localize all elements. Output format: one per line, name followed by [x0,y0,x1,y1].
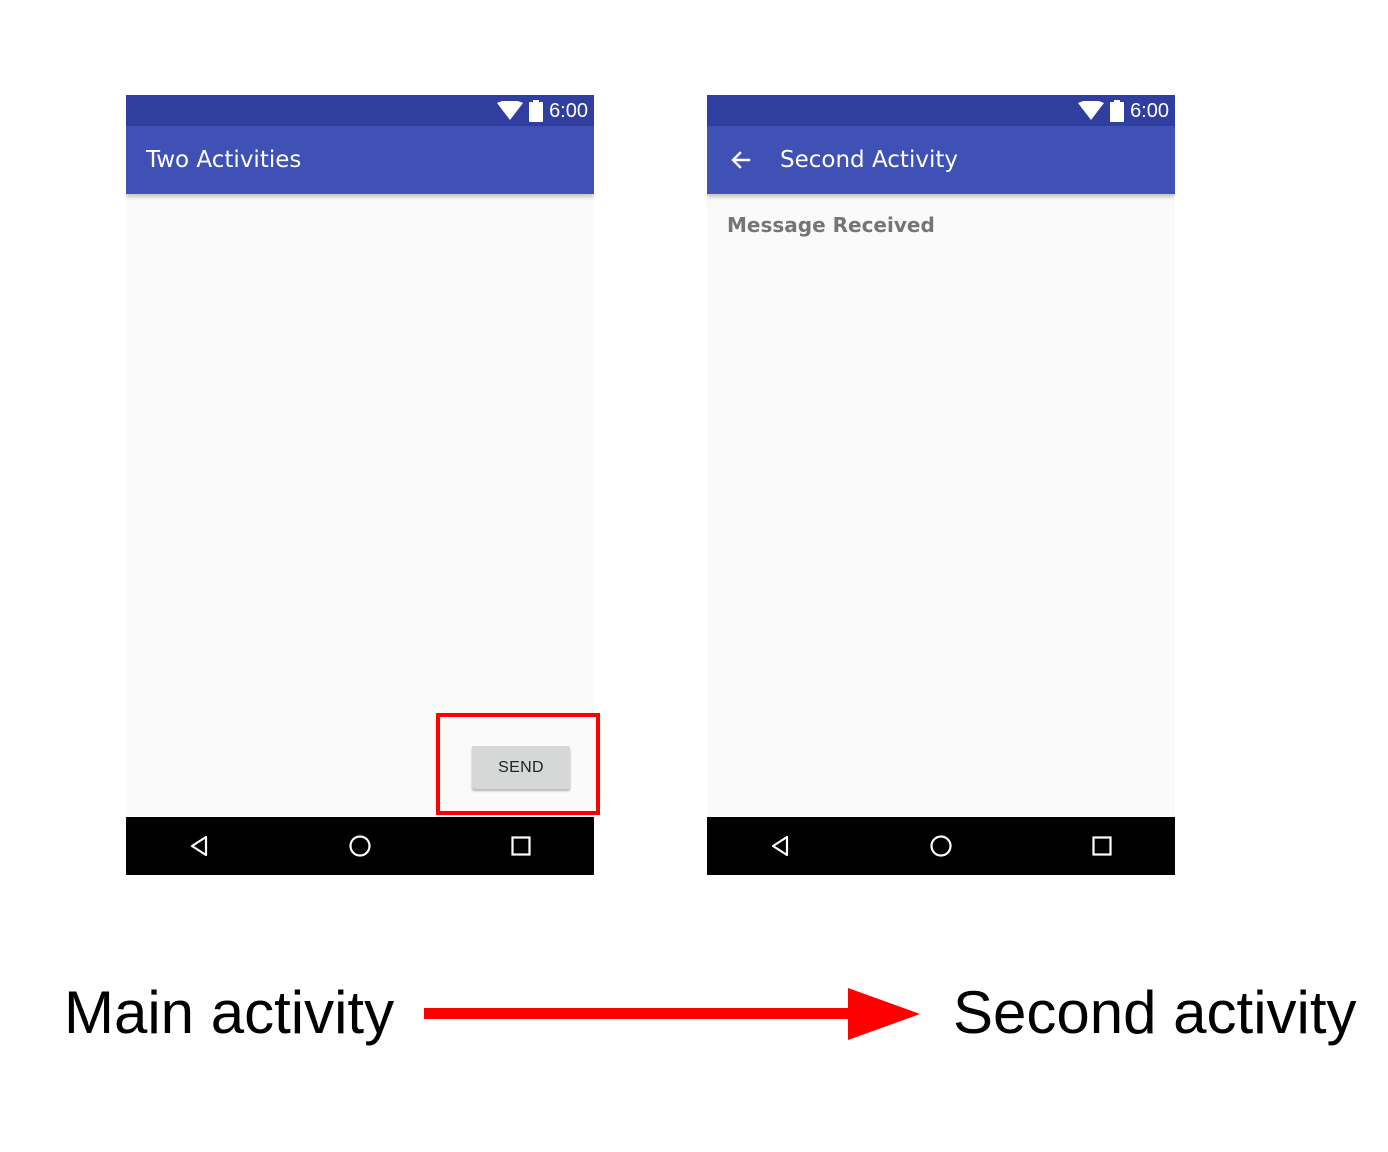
page-title: Second Activity [780,147,958,173]
status-bar: 6:00 [707,95,1175,126]
battery-icon [1110,100,1125,122]
navigation-bar [126,817,594,875]
wifi-icon [1078,101,1105,120]
status-time: 6:00 [549,100,588,122]
wifi-icon [497,101,524,120]
app-bar: Two Activities [126,126,594,194]
page-title: Two Activities [146,147,302,173]
home-circle-icon[interactable] [929,834,953,858]
battery-icon [529,100,544,122]
message-text: Message Received [727,213,935,237]
flow-arrow-icon [424,988,920,1040]
send-button-highlight [436,713,600,815]
second-activity-caption: Second activity [953,979,1357,1046]
home-circle-icon[interactable] [348,834,372,858]
back-triangle-icon[interactable] [768,834,792,858]
main-activity-caption: Main activity [64,979,395,1046]
arrow-back-icon[interactable] [729,148,753,172]
back-triangle-icon[interactable] [187,834,211,858]
app-bar: Second Activity [707,126,1175,194]
second-activity-screen: 6:00 Second Activity Message Received [707,95,1175,875]
recents-square-icon[interactable] [509,834,533,858]
status-time: 6:00 [1130,100,1169,122]
recents-square-icon[interactable] [1090,834,1114,858]
status-bar: 6:00 [126,95,594,126]
navigation-bar [707,817,1175,875]
